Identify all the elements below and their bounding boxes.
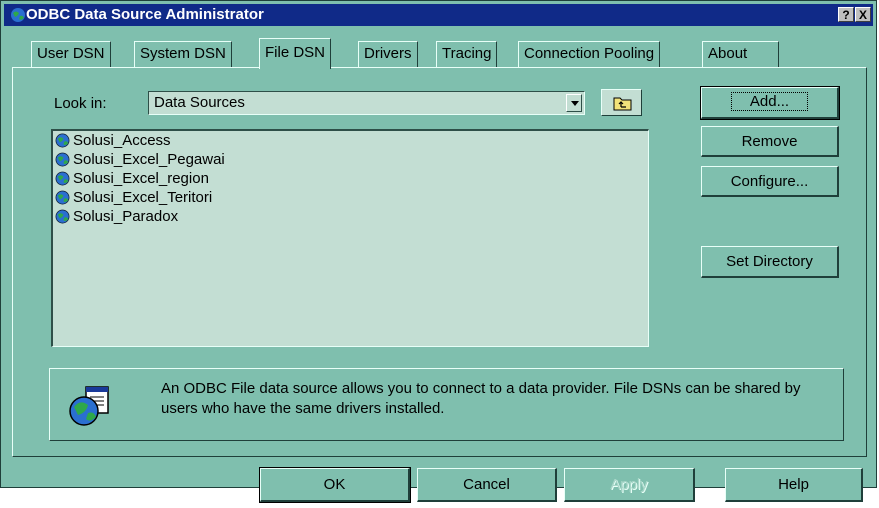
tab-tracing[interactable]: Tracing [436,41,498,67]
tab-drivers[interactable]: Drivers [358,41,418,67]
tab-file-dsn[interactable]: File DSN [259,38,332,69]
file-dsn-list[interactable]: Solusi_Access Solusi_Excel_Pegawai Solus… [51,129,649,347]
list-item[interactable]: Solusi_Excel_region [53,169,648,188]
lookin-select[interactable]: Data Sources [148,91,585,115]
help-title-button[interactable]: ? [838,7,854,22]
tab-about[interactable]: About [702,41,779,67]
list-item-label: Solusi_Excel_region [73,170,209,187]
list-item[interactable]: Solusi_Access [53,131,648,150]
add-button-label: Add... [730,92,809,111]
set-directory-button[interactable]: Set Directory [701,246,839,278]
ok-button[interactable]: OK [259,467,411,503]
info-description: An ODBC File data source allows you to c… [161,380,801,417]
globe-icon [11,8,25,22]
list-item-label: Solusi_Excel_Teritori [73,189,213,206]
close-button[interactable]: X [855,7,871,22]
list-item[interactable]: Solusi_Paradox [53,207,648,226]
globe-document-icon [69,386,109,426]
up-folder-icon [613,97,632,111]
list-item-label: Solusi_Access [73,132,171,149]
title-bar[interactable]: ODBC Data Source Administrator ? X [4,4,873,26]
info-box: An ODBC File data source allows you to c… [49,368,844,441]
configure-button[interactable]: Configure... [701,166,839,197]
list-item-label: Solusi_Paradox [73,208,179,225]
up-folder-button[interactable] [601,89,642,116]
help-button[interactable]: Help [725,468,863,502]
window-title: ODBC Data Source Administrator [26,6,264,23]
list-item[interactable]: Solusi_Excel_Teritori [53,188,648,207]
lookin-value: Data Sources [154,94,245,111]
remove-button[interactable]: Remove [701,126,839,157]
tab-user-dsn[interactable]: User DSN [31,41,111,67]
chevron-down-icon[interactable] [566,94,582,112]
tab-connection-pooling[interactable]: Connection Pooling [518,41,661,67]
list-item-label: Solusi_Excel_Pegawai [73,151,225,168]
globe-icon [55,171,70,186]
tab-system-dsn[interactable]: System DSN [134,41,232,67]
apply-button[interactable]: Apply [564,468,695,502]
dialog-window: ODBC Data Source Administrator ? X User … [0,0,877,503]
globe-icon [55,133,70,148]
add-button[interactable]: Add... [700,86,840,120]
lookin-label: Look in: [54,95,107,112]
globe-icon [55,152,70,167]
globe-icon [55,190,70,205]
globe-icon [55,209,70,224]
list-item[interactable]: Solusi_Excel_Pegawai [53,150,648,169]
cancel-button[interactable]: Cancel [417,468,557,502]
